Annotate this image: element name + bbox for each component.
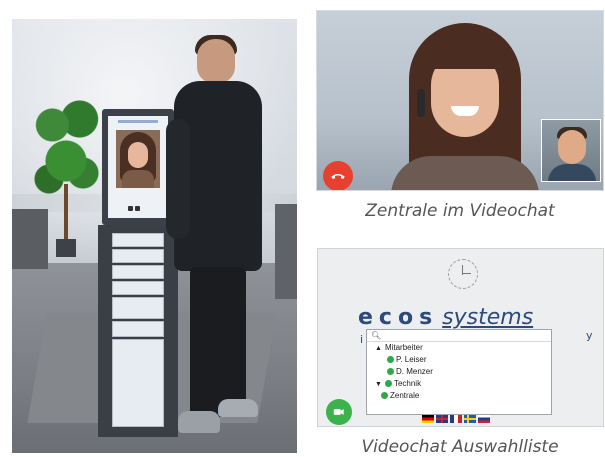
online-status-icon	[381, 392, 388, 400]
flag-gb-icon[interactable]	[436, 415, 448, 423]
arm	[166, 119, 190, 239]
kiosk-panel	[112, 265, 164, 279]
flag-se-icon[interactable]	[464, 415, 476, 423]
ecos-logo: ecos systems	[358, 305, 533, 330]
person	[162, 29, 272, 453]
online-status-icon	[384, 380, 392, 388]
kiosk-panel	[112, 339, 164, 427]
selection-list-screen: ecos systems i y 🔍︎ ▲ Mitarbeiter P. Leise…	[317, 248, 604, 427]
head	[197, 39, 235, 83]
group-row-technik[interactable]: ▼ Technik	[367, 378, 551, 390]
kiosk-panel	[112, 321, 164, 337]
kiosk-locker-panels	[112, 233, 164, 429]
plant-trunk	[64, 184, 68, 244]
contact-row-zentrale[interactable]: Zentrale	[367, 390, 551, 402]
videochat-screen	[316, 10, 604, 191]
kiosk-panel	[112, 233, 164, 247]
logo-fragment-left: i	[360, 333, 364, 346]
flag-fr-icon[interactable]	[450, 415, 462, 423]
plant-pot	[56, 239, 76, 257]
language-flags	[422, 415, 490, 425]
contact-label: P. Leiser	[396, 355, 427, 364]
online-status-icon	[387, 368, 394, 376]
m-shirt	[548, 164, 596, 181]
shoe2	[218, 399, 258, 417]
flag-ru-icon[interactable]	[478, 415, 490, 423]
shirt	[122, 170, 154, 188]
contact-row-p-leiser[interactable]: P. Leiser	[367, 354, 551, 366]
group-label: Mitarbeiter	[384, 343, 423, 352]
kiosk-button-row	[128, 196, 148, 211]
caller-shirt	[391, 156, 539, 190]
camera-icon	[333, 409, 344, 415]
contact-search[interactable]: 🔍︎	[367, 330, 551, 342]
m-head	[558, 130, 586, 164]
contact-row-d-menzer[interactable]: D. Menzer	[367, 366, 551, 378]
video-call-button[interactable]	[326, 399, 352, 425]
online-status-icon	[387, 356, 394, 364]
plant	[32, 89, 100, 257]
contact-label: Zentrale	[390, 391, 420, 400]
kiosk-button	[135, 206, 140, 211]
caption-list: Videochat Auswahlliste	[361, 437, 559, 457]
shoe1	[178, 411, 220, 433]
self-view-video	[541, 119, 601, 182]
contact-selection-list[interactable]: 🔍︎ ▲ Mitarbeiter P. Leiser D. Menzer ▼ Tec…	[366, 329, 552, 415]
kiosk-panel	[112, 297, 164, 319]
phone-hangup-icon	[331, 173, 345, 179]
face	[128, 142, 148, 168]
caller-bangs	[427, 41, 503, 69]
kiosk-photo	[12, 19, 297, 453]
headset	[417, 89, 425, 117]
logo-ecos: ecos	[358, 305, 439, 330]
kiosk-panel	[112, 281, 164, 295]
legs	[190, 267, 246, 417]
kiosk-screen-header-bar	[118, 120, 158, 123]
logo-fragment-right: y	[586, 329, 593, 342]
chair-right	[275, 204, 297, 299]
search-icon: 🔍︎	[371, 331, 382, 340]
group-row-mitarbeiter[interactable]: ▲ Mitarbeiter	[367, 342, 551, 354]
contact-label: D. Menzer	[396, 367, 433, 376]
expand-triangle-icon: ▲	[375, 345, 382, 352]
flag-de-icon[interactable]	[422, 415, 434, 423]
kiosk-video-feed	[116, 130, 160, 188]
kiosk-button	[128, 206, 133, 211]
logo-systems: systems	[442, 305, 534, 330]
kiosk-screen	[108, 116, 168, 218]
hangup-button[interactable]	[323, 161, 353, 190]
kiosk-panel	[112, 249, 164, 263]
group-label: Technik	[393, 379, 422, 388]
clock-icon	[448, 259, 478, 289]
caption-videochat: Zentrale im Videochat	[365, 201, 555, 221]
